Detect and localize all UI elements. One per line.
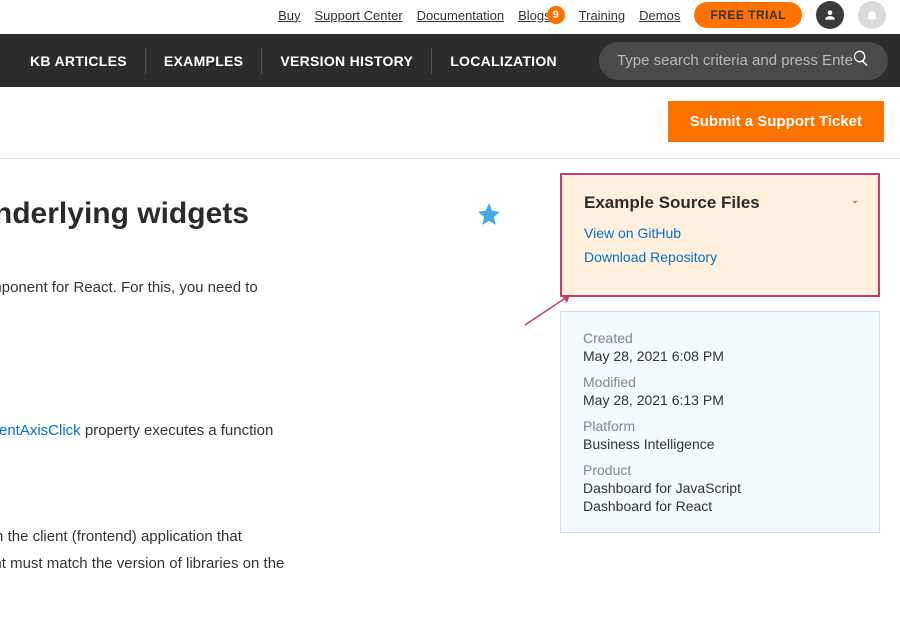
- notifications-icon[interactable]: [858, 1, 886, 29]
- util-link-demos[interactable]: Demos: [639, 8, 680, 23]
- download-repo-link[interactable]: Download Repository: [584, 249, 856, 265]
- article-para: nent axis. The onArgumentAxisClick prope…: [0, 420, 532, 443]
- article-para: s point is disabled.: [0, 383, 532, 406]
- main-content: ss API of underlying widgets s in the Da…: [0, 159, 900, 623]
- article-para: s in the Dashboard Component for React. …: [0, 277, 532, 300]
- meta-value: Business Intelligence: [583, 436, 857, 452]
- search-box[interactable]: [599, 42, 888, 80]
- search-input[interactable]: [617, 52, 852, 69]
- favorite-star-icon[interactable]: [476, 201, 502, 232]
- nav-examples[interactable]: EXAMPLES: [146, 53, 261, 69]
- meta-value: May 28, 2021 6:13 PM: [583, 392, 857, 408]
- article-column: ss API of underlying widgets s in the Da…: [0, 159, 532, 623]
- article-para: oject communicates with the client (fron…: [0, 526, 532, 549]
- util-link-docs[interactable]: Documentation: [417, 8, 504, 23]
- account-icon[interactable]: [816, 1, 844, 29]
- nav-version-history[interactable]: VERSION HISTORY: [262, 53, 431, 69]
- meta-label: Created: [583, 330, 857, 346]
- sidebar-column: Example Source Files View on GitHub Down…: [560, 159, 880, 623]
- meta-label: Platform: [583, 418, 857, 434]
- util-link-support[interactable]: Support Center: [315, 8, 403, 23]
- blogs-count-badge: 9: [547, 6, 565, 24]
- meta-label: Modified: [583, 374, 857, 390]
- nav-localization[interactable]: LOCALIZATION: [432, 53, 575, 69]
- view-github-link[interactable]: View on GitHub: [584, 225, 856, 241]
- action-row: Submit a Support Ticket: [0, 87, 900, 159]
- source-files-panel: Example Source Files View on GitHub Down…: [560, 173, 880, 297]
- submit-ticket-button[interactable]: Submit a Support Ticket: [668, 101, 884, 142]
- meta-value: May 28, 2021 6:08 PM: [583, 348, 857, 364]
- utility-bar: Buy Support Center Documentation Blogs 9…: [0, 0, 900, 34]
- util-link-training[interactable]: Training: [579, 8, 625, 23]
- main-nav: KB ARTICLES EXAMPLES VERSION HISTORY LOC…: [0, 34, 900, 87]
- util-link-blogs[interactable]: Blogs: [518, 8, 551, 23]
- api-link[interactable]: onArgumentAxisClick: [0, 422, 81, 439]
- article-para: cript version on the client must match t…: [0, 553, 532, 576]
- chevron-down-icon[interactable]: [848, 195, 862, 214]
- free-trial-button[interactable]: FREE TRIAL: [694, 2, 802, 28]
- metadata-panel: Created May 28, 2021 6:08 PM Modified Ma…: [560, 311, 880, 533]
- article-title: ss API of underlying widgets: [0, 195, 532, 233]
- source-files-title: Example Source Files: [584, 193, 856, 213]
- meta-value: Dashboard for React: [583, 498, 857, 514]
- search-icon[interactable]: [852, 49, 870, 72]
- meta-label: Product: [583, 462, 857, 478]
- nav-kb-articles[interactable]: KB ARTICLES: [12, 53, 145, 69]
- util-link-buy[interactable]: Buy: [278, 8, 300, 23]
- meta-value: Dashboard for JavaScript: [583, 480, 857, 496]
